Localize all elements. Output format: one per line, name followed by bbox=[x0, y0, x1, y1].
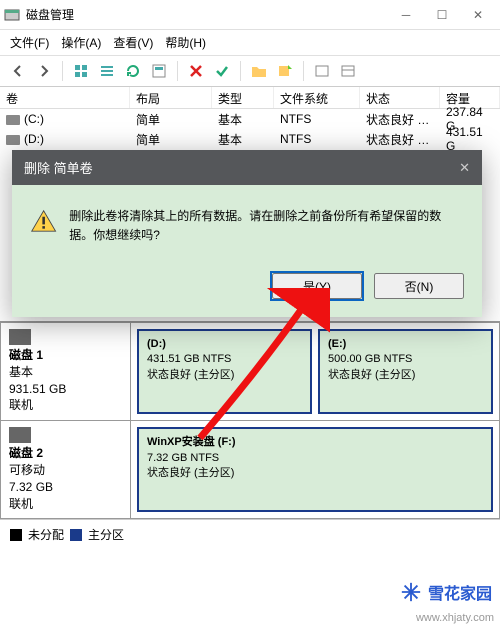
new-icon[interactable] bbox=[273, 59, 297, 83]
disk-info[interactable]: 磁盘 1 基本 931.51 GB 联机 bbox=[1, 323, 131, 420]
disk-name: 磁盘 1 bbox=[9, 348, 43, 362]
partition-size: 500.00 GB NTFS bbox=[328, 352, 483, 367]
minimize-button[interactable]: ─ bbox=[388, 1, 424, 29]
maximize-button[interactable]: ☐ bbox=[424, 1, 460, 29]
snowflake-icon bbox=[400, 581, 422, 603]
delete-icon[interactable] bbox=[184, 59, 208, 83]
disk-partitions: WinXP安装盘 (F:) 7.32 GB NTFS 状态良好 (主分区) bbox=[131, 421, 499, 518]
cell-type: 基本 bbox=[212, 130, 274, 149]
toolbar-separator bbox=[303, 61, 304, 81]
partition-name: WinXP安装盘 (F:) bbox=[147, 435, 483, 450]
prop-icon[interactable] bbox=[310, 59, 334, 83]
cell-fs: NTFS bbox=[274, 131, 360, 147]
legend-swatch-unallocated bbox=[10, 529, 22, 541]
app-icon bbox=[4, 7, 20, 23]
dialog-close-icon[interactable]: ✕ bbox=[459, 160, 470, 176]
view-icon[interactable] bbox=[69, 59, 93, 83]
disk-name: 磁盘 2 bbox=[9, 446, 43, 460]
partition-status: 状态良好 (主分区) bbox=[328, 368, 483, 383]
cell-fs: NTFS bbox=[274, 111, 360, 127]
volume-icon bbox=[6, 115, 20, 125]
volume-row[interactable]: (C:) 简单 基本 NTFS 状态良好 … 237.84 G bbox=[0, 109, 500, 129]
volume-row[interactable]: (D:) 简单 基本 NTFS 状态良好 … 431.51 G bbox=[0, 129, 500, 149]
disk-row: 磁盘 2 可移动 7.32 GB 联机 WinXP安装盘 (F:) 7.32 G… bbox=[0, 420, 500, 519]
col-volume[interactable]: 卷 bbox=[0, 87, 130, 108]
cell-status: 状态良好 … bbox=[360, 110, 440, 129]
cell-layout: 简单 bbox=[130, 130, 212, 149]
toolbar-separator bbox=[62, 61, 63, 81]
dialog-body: 删除此卷将清除其上的所有数据。请在删除之前备份所有希望保留的数据。你想继续吗? bbox=[12, 185, 482, 263]
volume-name: (C:) bbox=[24, 112, 44, 126]
title-bar: 磁盘管理 ─ ☐ ✕ bbox=[0, 0, 500, 30]
partition-name: (D:) bbox=[147, 337, 302, 352]
details-icon[interactable] bbox=[336, 59, 360, 83]
window-title: 磁盘管理 bbox=[26, 6, 388, 23]
dialog-message: 删除此卷将清除其上的所有数据。请在删除之前备份所有希望保留的数据。你想继续吗? bbox=[69, 207, 464, 245]
disk-type: 基本 bbox=[9, 365, 33, 379]
close-button[interactable]: ✕ bbox=[460, 1, 496, 29]
disk-info[interactable]: 磁盘 2 可移动 7.32 GB 联机 bbox=[1, 421, 131, 518]
toolbar bbox=[0, 55, 500, 87]
menu-view[interactable]: 查看(V) bbox=[113, 34, 153, 51]
cell-layout: 简单 bbox=[130, 110, 212, 129]
legend: 未分配 主分区 bbox=[0, 519, 500, 549]
refresh-icon[interactable] bbox=[121, 59, 145, 83]
watermark-url: www.xhjaty.com bbox=[416, 612, 494, 624]
volume-name: (D:) bbox=[24, 132, 44, 146]
toolbar-separator bbox=[177, 61, 178, 81]
confirm-dialog: 删除 简单卷 ✕ 删除此卷将清除其上的所有数据。请在删除之前备份所有希望保留的数… bbox=[12, 150, 482, 317]
disk-type: 可移动 bbox=[9, 463, 45, 477]
folder-icon[interactable] bbox=[247, 59, 271, 83]
partition-status: 状态良好 (主分区) bbox=[147, 466, 483, 481]
watermark-text: 雪花家园 bbox=[428, 580, 492, 604]
dialog-titlebar: 删除 简单卷 ✕ bbox=[12, 150, 482, 185]
disk-icon bbox=[9, 329, 31, 345]
partition[interactable]: (D:) 431.51 GB NTFS 状态良好 (主分区) bbox=[137, 329, 312, 414]
legend-swatch-primary bbox=[70, 529, 82, 541]
col-fs[interactable]: 文件系统 bbox=[274, 87, 360, 108]
disk-graphical-pane: 磁盘 1 基本 931.51 GB 联机 (D:) 431.51 GB NTFS… bbox=[0, 321, 500, 519]
dialog-title: 删除 简单卷 bbox=[24, 158, 93, 177]
legend-unallocated: 未分配 bbox=[28, 526, 64, 543]
partition-size: 431.51 GB NTFS bbox=[147, 352, 302, 367]
check-icon[interactable] bbox=[210, 59, 234, 83]
cell-type: 基本 bbox=[212, 110, 274, 129]
col-status[interactable]: 状态 bbox=[360, 87, 440, 108]
menu-file[interactable]: 文件(F) bbox=[10, 34, 49, 51]
partition-name: (E:) bbox=[328, 337, 483, 352]
warning-icon bbox=[30, 207, 57, 235]
disk-size: 931.51 GB bbox=[9, 382, 66, 396]
disk-size: 7.32 GB bbox=[9, 480, 53, 494]
menu-bar: 文件(F) 操作(A) 查看(V) 帮助(H) bbox=[0, 30, 500, 55]
disk-state: 联机 bbox=[9, 497, 33, 511]
partition-status: 状态良好 (主分区) bbox=[147, 368, 302, 383]
forward-button[interactable] bbox=[32, 59, 56, 83]
back-button[interactable] bbox=[6, 59, 30, 83]
partition-size: 7.32 GB NTFS bbox=[147, 451, 483, 466]
window-buttons: ─ ☐ ✕ bbox=[388, 1, 496, 29]
list-icon[interactable] bbox=[95, 59, 119, 83]
volume-icon bbox=[6, 135, 20, 145]
no-button[interactable]: 否(N) bbox=[374, 273, 464, 299]
menu-help[interactable]: 帮助(H) bbox=[165, 34, 206, 51]
disk-partitions: (D:) 431.51 GB NTFS 状态良好 (主分区) (E:) 500.… bbox=[131, 323, 499, 420]
wizard-icon[interactable] bbox=[147, 59, 171, 83]
disk-state: 联机 bbox=[9, 398, 33, 412]
col-type[interactable]: 类型 bbox=[212, 87, 274, 108]
menu-action[interactable]: 操作(A) bbox=[61, 34, 101, 51]
watermark: 雪花家园 bbox=[400, 580, 492, 604]
dialog-buttons: 是(Y) 否(N) bbox=[12, 263, 482, 317]
partition[interactable]: WinXP安装盘 (F:) 7.32 GB NTFS 状态良好 (主分区) bbox=[137, 427, 493, 512]
volume-list-header: 卷 布局 类型 文件系统 状态 容量 bbox=[0, 87, 500, 109]
partition[interactable]: (E:) 500.00 GB NTFS 状态良好 (主分区) bbox=[318, 329, 493, 414]
col-layout[interactable]: 布局 bbox=[130, 87, 212, 108]
disk-row: 磁盘 1 基本 931.51 GB 联机 (D:) 431.51 GB NTFS… bbox=[0, 322, 500, 421]
cell-status: 状态良好 … bbox=[360, 130, 440, 149]
toolbar-separator bbox=[240, 61, 241, 81]
usb-disk-icon bbox=[9, 427, 31, 443]
yes-button[interactable]: 是(Y) bbox=[272, 273, 362, 299]
legend-primary: 主分区 bbox=[88, 526, 124, 543]
